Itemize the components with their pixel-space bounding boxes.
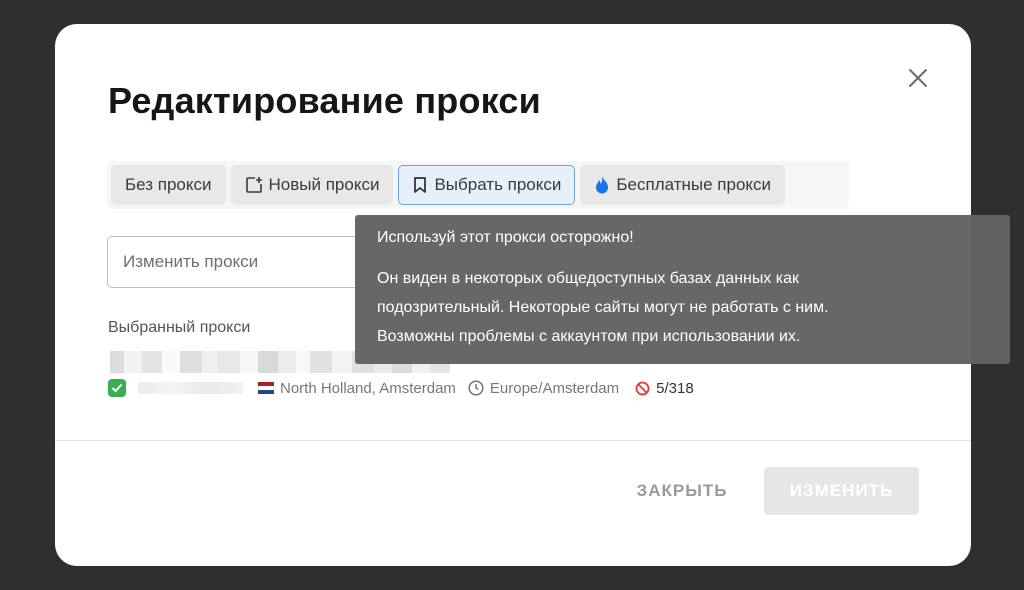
close-button[interactable]: ЗАКРЫТЬ xyxy=(622,467,742,515)
proxy-timezone: Europe/Amsterdam xyxy=(489,379,620,397)
dialog-title: Редактирование прокси xyxy=(108,80,541,121)
proxy-location: North Holland, Amsterdam xyxy=(280,379,456,397)
proxy-usage-count: 5/318 xyxy=(656,379,694,397)
tab-select-proxy[interactable]: Выбрать прокси xyxy=(398,165,576,205)
proxy-mode-tabs: Без прокси Новый прокси Выбрать прокси Б… xyxy=(107,161,849,209)
blocked-icon xyxy=(635,381,650,395)
selected-proxy-details: North Holland, Amsterdam Europe/Amsterda… xyxy=(108,377,694,399)
flame-icon xyxy=(596,176,609,194)
clock-icon xyxy=(468,380,484,396)
tab-free-proxy[interactable]: Бесплатные прокси xyxy=(580,165,786,205)
selected-proxy-label: Выбранный прокси xyxy=(108,319,251,336)
footer-divider xyxy=(55,440,971,441)
tab-label: Бесплатные прокси xyxy=(616,175,772,194)
add-window-icon xyxy=(245,177,262,193)
tab-no-proxy[interactable]: Без прокси xyxy=(111,165,226,205)
redacted-proxy-ip xyxy=(138,382,243,394)
tab-new-proxy[interactable]: Новый прокси xyxy=(230,165,394,205)
bookmark-icon xyxy=(414,177,427,193)
change-button[interactable]: ИЗМЕНИТЬ xyxy=(764,467,919,515)
check-icon xyxy=(108,379,126,397)
warning-tooltip: Используй этот прокси осторожно! Он виде… xyxy=(355,215,1010,364)
tooltip-line: Он виден в некоторых общедоступных базах… xyxy=(377,270,800,287)
tab-label: Новый прокси xyxy=(268,175,380,194)
tooltip-title: Используй этот прокси осторожно! xyxy=(377,229,634,246)
tooltip-line: Возможны проблемы с аккаунтом при исполь… xyxy=(377,328,801,345)
tab-label: Без прокси xyxy=(125,175,212,194)
select-placeholder: Изменить прокси xyxy=(123,252,259,271)
tab-label: Выбрать прокси xyxy=(434,175,562,194)
netherlands-flag-icon xyxy=(258,382,274,394)
close-icon[interactable] xyxy=(906,66,930,90)
tooltip-line: подозрительный. Некоторые сайты могут не… xyxy=(377,299,829,316)
